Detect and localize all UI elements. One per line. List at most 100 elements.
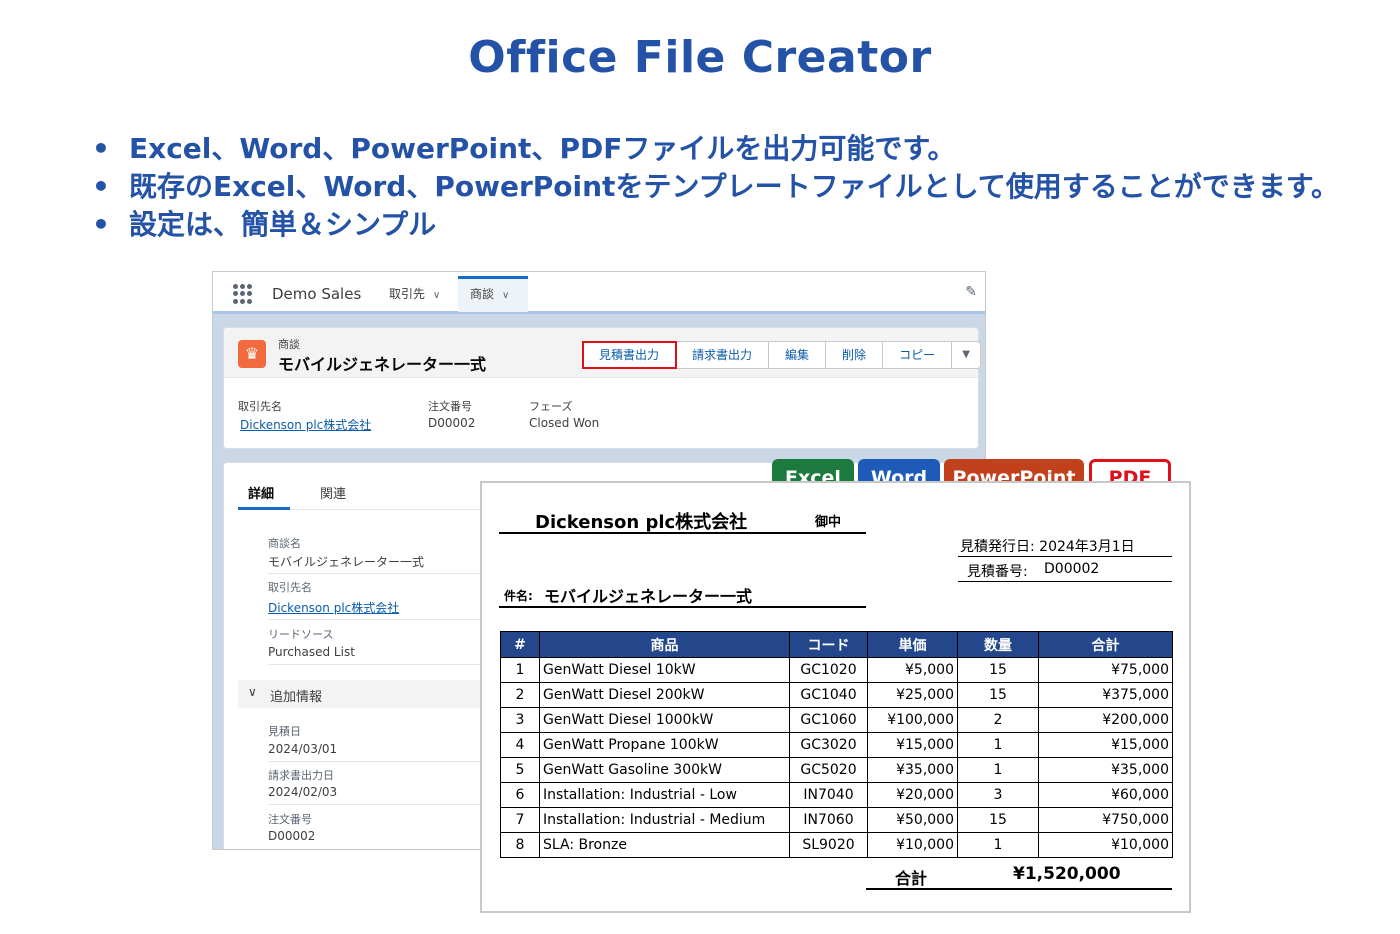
action-button-group: 見積書出力 請求書出力 編集 削除 コピー ▼ [581, 341, 982, 369]
highlight-label: 取引先名 [238, 400, 282, 413]
copy-button[interactable]: コピー [883, 342, 953, 368]
field-divider [268, 804, 498, 805]
table-cell: ¥35,000 [1038, 757, 1173, 783]
table-cell: ¥10,000 [867, 832, 958, 858]
table-cell: ¥5,000 [867, 657, 958, 683]
app-name: Demo Sales [272, 285, 362, 303]
nav-tab-accounts[interactable]: 取引先 ∨ [389, 285, 440, 302]
table-cell: ¥25,000 [867, 682, 958, 708]
app-launcher-icon[interactable] [233, 284, 253, 304]
highlight-value: D00002 [428, 416, 476, 430]
nav-tab-opportunities[interactable]: 商談 ∨ [470, 285, 509, 302]
line-items-table: # 商品 コード 単価 数量 合計 1 GenWatt Diesel 10kW GC… [500, 631, 1173, 858]
underline [866, 888, 1172, 890]
table-cell: IN7040 [789, 782, 868, 808]
bullet-mark: • [92, 170, 110, 203]
table-cell: 2 [957, 707, 1039, 733]
table-cell: 1 [957, 732, 1039, 758]
table-cell: 7 [500, 807, 540, 833]
delete-button[interactable]: 削除 [826, 342, 884, 368]
record-title: モバイルジェネレーター一式 [278, 355, 487, 374]
column-header: 数量 [957, 631, 1039, 658]
table-cell: SLA: Bronze [539, 832, 790, 858]
table-cell: ¥100,000 [867, 707, 958, 733]
edit-button[interactable]: 編集 [769, 342, 827, 368]
table-cell: 1 [957, 757, 1039, 783]
table-cell: 2 [500, 682, 540, 708]
table-cell: 8 [500, 832, 540, 858]
table-cell: 15 [957, 657, 1039, 683]
total-value: ¥1,520,000 [1013, 864, 1121, 884]
chevron-down-icon[interactable]: ▼ [952, 342, 980, 368]
customer-company: Dickenson plc株式会社 [535, 512, 748, 533]
quote-output-button[interactable]: 見積書出力 [581, 341, 678, 369]
table-cell: ¥750,000 [1038, 807, 1173, 833]
table-cell: GenWatt Diesel 10kW [539, 657, 790, 683]
table-cell: ¥50,000 [867, 807, 958, 833]
table-cell: ¥20,000 [867, 782, 958, 808]
highlight-value: Closed Won [529, 416, 600, 430]
page-title: Office File Creator [468, 32, 932, 83]
table-row: 4 GenWatt Propane 100kW GC3020 ¥15,000 1 ¥15,… [500, 732, 1173, 758]
table-cell: IN7060 [789, 807, 868, 833]
table-cell: ¥60,000 [1038, 782, 1173, 808]
tab-related[interactable]: 関連 [320, 483, 346, 502]
field-label: 商談名 [268, 537, 301, 550]
tab-details[interactable]: 詳細 [248, 483, 274, 502]
chevron-down-icon[interactable]: ∨ [248, 685, 257, 699]
column-header: 商品 [539, 631, 790, 658]
account-link[interactable]: Dickenson plc株式会社 [268, 599, 399, 616]
pencil-icon[interactable]: ✎ [965, 284, 977, 300]
table-cell: GC1040 [789, 682, 868, 708]
table-row: 8 SLA: Bronze SL9020 ¥10,000 1 ¥10,000 [500, 832, 1173, 858]
nav-bar: Demo Sales 取引先 ∨ 商談 ∨ ✎ [213, 272, 985, 314]
feature-list: • Excel、Word、PowerPoint、PDFファイルを出力可能です。 •… [92, 130, 1339, 244]
table-row: 1 GenWatt Diesel 10kW GC1020 ¥5,000 15 ¥75,00… [500, 657, 1173, 683]
bullet-mark: • [92, 132, 110, 165]
table-cell: ¥35,000 [867, 757, 958, 783]
table-cell: SL9020 [789, 832, 868, 858]
field-divider [268, 664, 498, 665]
field-divider [268, 573, 498, 574]
field-label: 請求書出力日 [268, 769, 334, 782]
underline [958, 556, 1172, 557]
bullet-mark: • [92, 208, 110, 241]
chevron-down-icon[interactable]: ∨ [502, 290, 509, 301]
table-cell: 1 [500, 657, 540, 683]
record-header: ♛ 商談 モバイルジェネレーター一式 見積書出力 請求書出力 編集 削除 コピー… [223, 327, 982, 449]
field-label: 取引先名 [268, 581, 312, 594]
section-header-additional-info[interactable]: ∨ 追加情報 [238, 680, 498, 708]
table-header-row: # 商品 コード 単価 数量 合計 [500, 631, 1173, 658]
table-cell: GC1060 [789, 707, 868, 733]
highlight-label: フェーズ [529, 400, 573, 413]
table-cell: GC5020 [789, 757, 868, 783]
column-header: # [500, 631, 540, 658]
underline [958, 581, 1172, 582]
table-cell: ¥200,000 [1038, 707, 1173, 733]
object-label: 商談 [278, 338, 300, 351]
tab-active-underline [238, 507, 290, 510]
invoice-output-button[interactable]: 請求書出力 [676, 342, 770, 368]
table-cell: GenWatt Diesel 200kW [539, 682, 790, 708]
account-link[interactable]: Dickenson plc株式会社 [240, 416, 371, 433]
table-cell: 15 [957, 807, 1039, 833]
chevron-down-icon[interactable]: ∨ [433, 290, 440, 301]
field-label: 注文番号 [268, 813, 312, 826]
underline [499, 606, 866, 608]
field-value: 2024/03/01 [268, 742, 338, 756]
column-header: 単価 [867, 631, 958, 658]
field-value: Purchased List [268, 645, 355, 659]
quote-document: Dickenson plc株式会社 御中 見積発行日: 2024年3月1日 見積… [480, 481, 1191, 913]
underline [499, 532, 866, 534]
table-cell: 3 [500, 707, 540, 733]
issue-date: 見積発行日: 2024年3月1日 [960, 539, 1135, 555]
section-title: 追加情報 [270, 690, 323, 705]
subject: モバイルジェネレーター一式 [544, 587, 753, 606]
table-row: 7 Installation: Industrial - Medium IN7060… [500, 807, 1173, 833]
table-cell: 15 [957, 682, 1039, 708]
table-cell: 1 [957, 832, 1039, 858]
table-cell: GenWatt Gasoline 300kW [539, 757, 790, 783]
feature-item: • 既存のExcel、Word、PowerPointをテンプレートファイルとして使… [92, 168, 1339, 206]
table-cell: Installation: Industrial - Medium [539, 807, 790, 833]
highlight-label: 注文番号 [428, 400, 472, 413]
